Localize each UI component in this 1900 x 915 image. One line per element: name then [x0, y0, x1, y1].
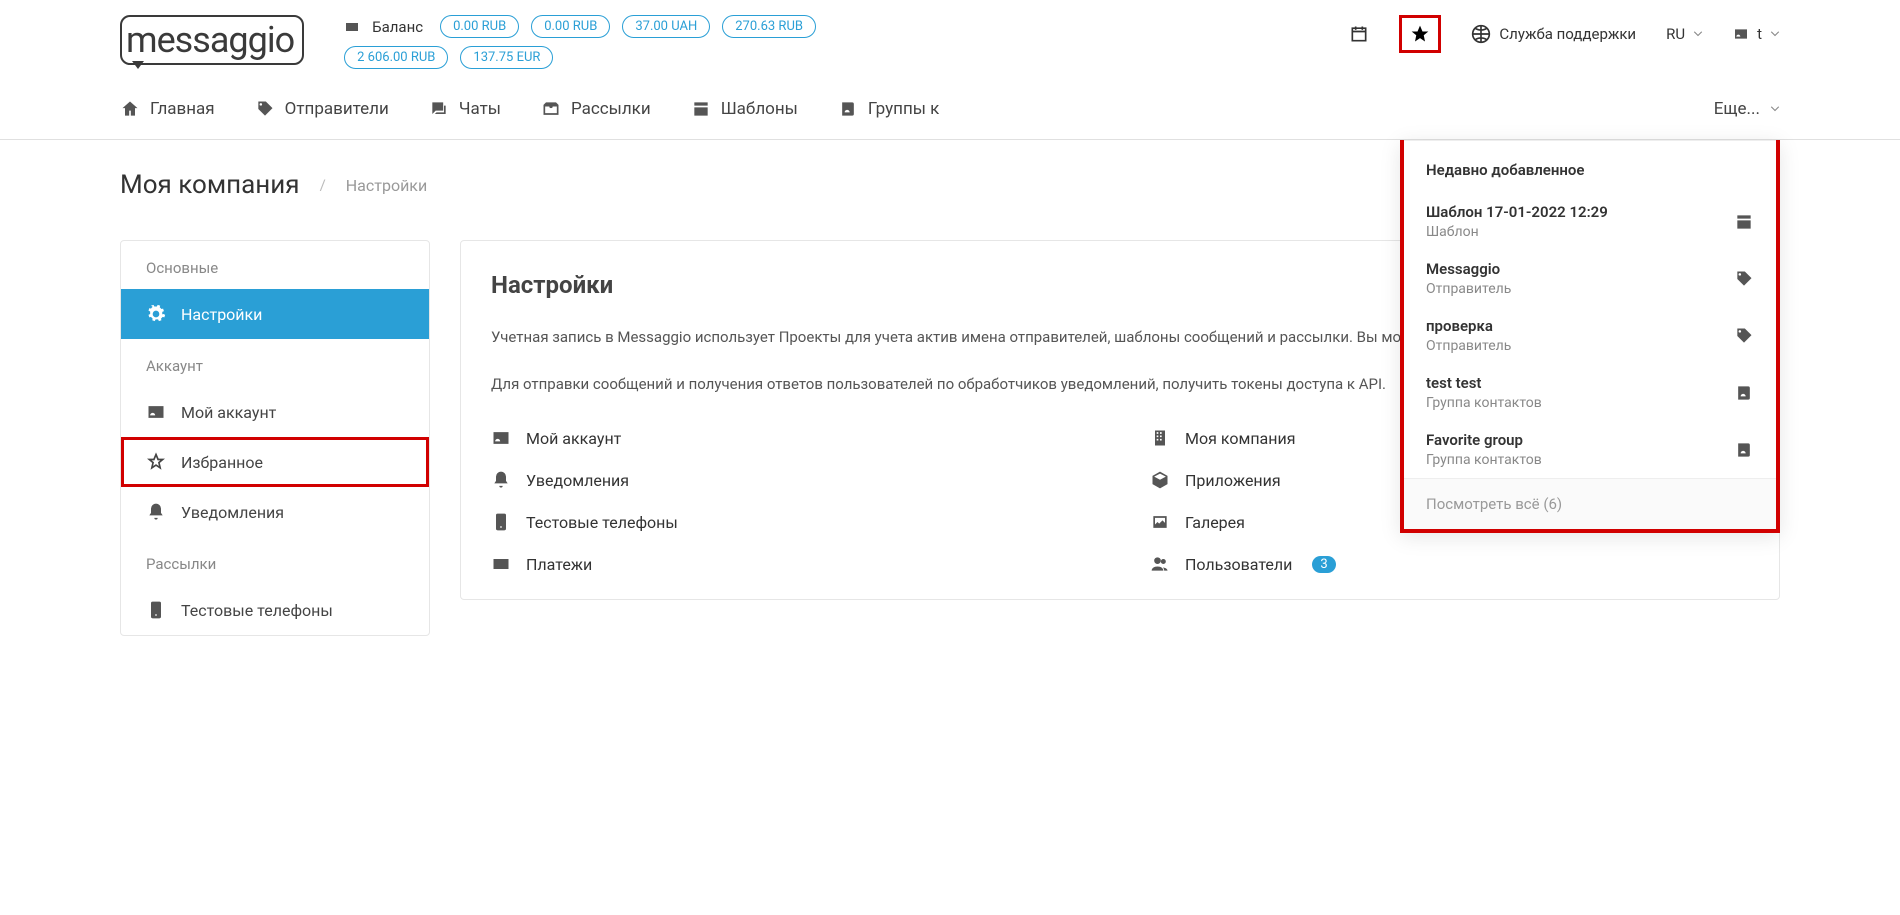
tag-icon	[1734, 269, 1754, 289]
chevron-down-icon	[1770, 31, 1780, 37]
favorites-button[interactable]	[1399, 15, 1441, 53]
balance-pill[interactable]: 0.00 RUB	[531, 15, 610, 38]
chevron-down-icon	[1693, 31, 1703, 37]
card-icon	[491, 554, 511, 574]
home-icon	[120, 99, 140, 119]
dropdown-item[interactable]: test testГруппа контактов	[1404, 364, 1776, 421]
support-link[interactable]: Служба поддержки	[1471, 24, 1636, 44]
tag-icon	[1734, 326, 1754, 346]
dropdown-item[interactable]: проверкаОтправитель	[1404, 307, 1776, 364]
id-icon	[1733, 26, 1749, 42]
balance-pill[interactable]: 137.75 EUR	[460, 46, 553, 69]
page-title: Моя компания	[120, 170, 300, 200]
sidebar-section-title: Рассылки	[121, 537, 429, 585]
nav-chats[interactable]: Чаты	[429, 99, 501, 119]
calendar-button[interactable]	[1349, 24, 1369, 44]
contacts-icon	[838, 99, 858, 119]
dropdown-item[interactable]: MessaggioОтправитель	[1404, 250, 1776, 307]
link-Уведомления[interactable]: Уведомления	[491, 470, 1090, 490]
template-icon	[691, 99, 711, 119]
gallery-icon	[1150, 512, 1170, 532]
sidebar-section-title: Аккаунт	[121, 339, 429, 387]
calendar-icon	[1349, 24, 1369, 44]
phone-icon	[491, 512, 511, 532]
chevron-down-icon	[1770, 106, 1780, 112]
gear-icon	[146, 304, 166, 324]
template-icon	[1734, 212, 1754, 232]
dropdown-item[interactable]: Шаблон 17-01-2022 12:29Шаблон	[1404, 193, 1776, 250]
star-icon	[146, 452, 166, 472]
box-icon	[1150, 470, 1170, 490]
bell-icon	[146, 502, 166, 522]
dropdown-title: Недавно добавленное	[1404, 141, 1776, 193]
main-nav: Главная Отправители Чаты Рассылки Шаблон…	[0, 79, 1900, 140]
nav-senders[interactable]: Отправители	[255, 99, 389, 119]
phone-icon	[146, 600, 166, 620]
inbox-icon	[541, 99, 561, 119]
link-Пользователи[interactable]: Пользователи3	[1150, 554, 1749, 574]
sidebar-item-Избранное[interactable]: Избранное	[121, 437, 429, 487]
contacts-icon	[1734, 383, 1754, 403]
balance-pill[interactable]: 270.63 RUB	[722, 15, 816, 38]
nav-home[interactable]: Главная	[120, 99, 215, 119]
sidebar-item-Мой аккаунт[interactable]: Мой аккаунт	[121, 387, 429, 437]
dropdown-view-all[interactable]: Посмотреть всё (6)	[1404, 478, 1776, 529]
dropdown-item[interactable]: Favorite groupГруппа контактов	[1404, 421, 1776, 478]
link-Мой аккаунт[interactable]: Мой аккаунт	[491, 428, 1090, 448]
bell-icon	[491, 470, 511, 490]
id-icon	[146, 402, 166, 422]
card-icon	[344, 19, 360, 35]
nav-contact-groups[interactable]: Группы к	[838, 99, 939, 119]
sidebar-item-Уведомления[interactable]: Уведомления	[121, 487, 429, 537]
id-icon	[491, 428, 511, 448]
star-icon	[1410, 24, 1430, 44]
balance-section: Баланс 0.00 RUB 0.00 RUB 37.00 UAH 270.6…	[344, 15, 816, 69]
balance-pill[interactable]: 2 606.00 RUB	[344, 46, 448, 69]
user-menu[interactable]: t	[1733, 25, 1780, 43]
lang-selector[interactable]: RU	[1666, 25, 1703, 43]
badge: 3	[1312, 556, 1335, 573]
balance-pill[interactable]: 37.00 UAH	[622, 15, 710, 38]
balance-pill[interactable]: 0.00 RUB	[440, 15, 519, 38]
sidebar-section-title: Основные	[121, 241, 429, 289]
breadcrumb-sub: Настройки	[346, 176, 427, 195]
link-Платежи[interactable]: Платежи	[491, 554, 1090, 574]
link-Тестовые телефоны[interactable]: Тестовые телефоны	[491, 512, 1090, 532]
chat-icon	[429, 99, 449, 119]
building-icon	[1150, 428, 1170, 448]
globe-icon	[1471, 24, 1491, 44]
contacts-icon	[1734, 440, 1754, 460]
sidebar-item-Тестовые телефоны[interactable]: Тестовые телефоны	[121, 585, 429, 635]
header: messaggio Баланс 0.00 RUB 0.00 RUB 37.00…	[0, 0, 1900, 79]
tag-icon	[255, 99, 275, 119]
users-icon	[1150, 554, 1170, 574]
balance-label: Баланс	[372, 18, 423, 36]
sidebar-item-Настройки[interactable]: Настройки	[121, 289, 429, 339]
sidebar: ОсновныеНастройкиАккаунтМой аккаунтИзбра…	[120, 240, 430, 636]
favorites-dropdown: Недавно добавленное Шаблон 17-01-2022 12…	[1400, 140, 1780, 533]
nav-templates[interactable]: Шаблоны	[691, 99, 798, 119]
nav-more[interactable]: Еще...	[1714, 99, 1780, 119]
nav-broadcasts[interactable]: Рассылки	[541, 99, 651, 119]
logo[interactable]: messaggio	[120, 15, 304, 65]
